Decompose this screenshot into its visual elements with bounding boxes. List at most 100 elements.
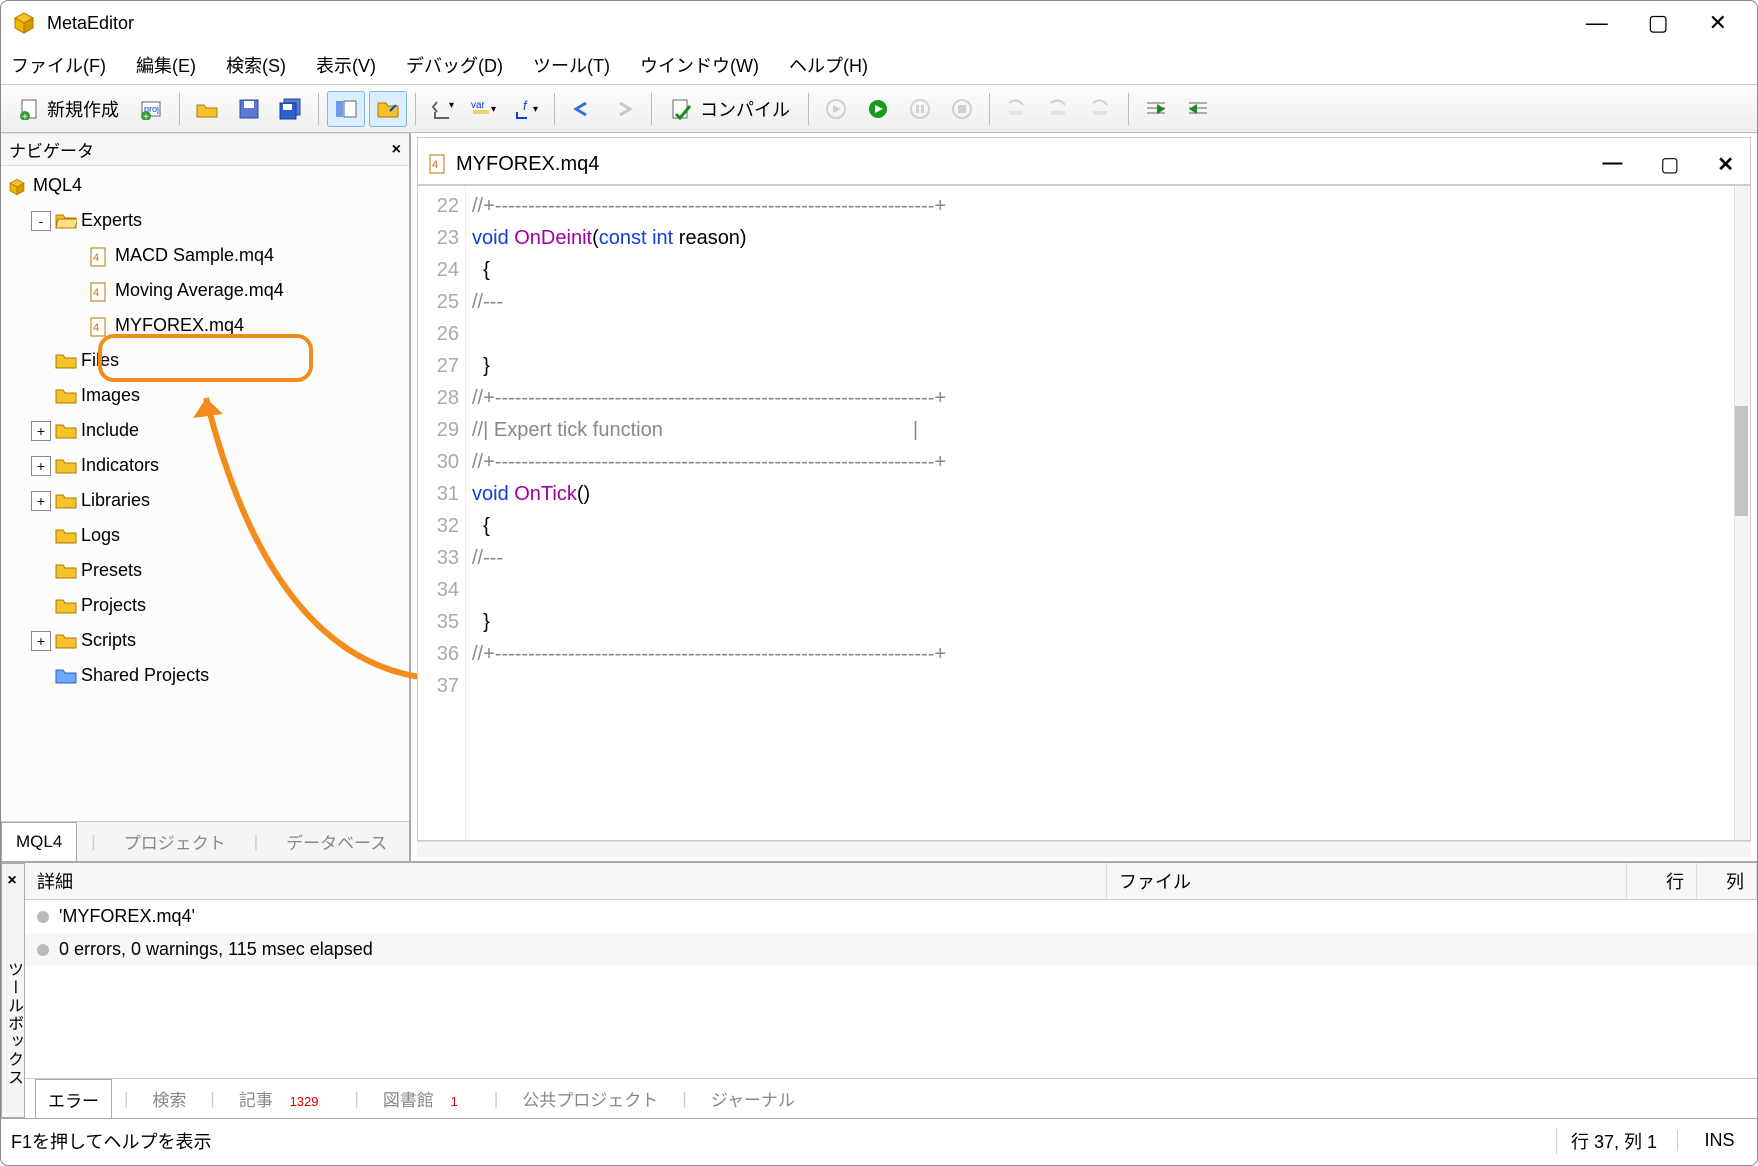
tree-twisty[interactable]: + bbox=[31, 631, 51, 651]
tree-item-label: MYFOREX.mq4 bbox=[115, 315, 244, 336]
undo-button[interactable]: ▾ bbox=[424, 91, 462, 127]
tree-item[interactable]: -Experts bbox=[1, 203, 409, 238]
tree-item[interactable]: Shared Projects bbox=[1, 658, 409, 693]
debug-step-button[interactable] bbox=[817, 91, 855, 127]
folder-icon bbox=[55, 457, 77, 475]
svg-text:4: 4 bbox=[93, 287, 99, 299]
tree-twisty[interactable]: - bbox=[31, 211, 51, 231]
toolbox-tab[interactable]: エラー bbox=[35, 1079, 112, 1118]
folder-icon bbox=[55, 492, 77, 510]
editor-filename: MYFOREX.mq4 bbox=[456, 153, 1602, 176]
menu-0[interactable]: ファイル(F) bbox=[11, 52, 106, 78]
step-over-button[interactable] bbox=[1040, 91, 1078, 127]
toolbox-row[interactable]: 0 errors, 0 warnings, 115 msec elapsed bbox=[25, 933, 1757, 966]
new-project-button[interactable]: proj+ bbox=[133, 91, 171, 127]
folder-icon bbox=[55, 597, 77, 615]
toolbox-tab[interactable]: 記事 1329 bbox=[227, 1086, 343, 1111]
svg-text:▾: ▾ bbox=[533, 104, 538, 115]
step-into-button[interactable] bbox=[998, 91, 1036, 127]
navigator-close-icon[interactable]: × bbox=[392, 141, 401, 159]
menu-3[interactable]: 表示(V) bbox=[316, 52, 376, 78]
debug-stop-button[interactable] bbox=[943, 91, 981, 127]
forward-button[interactable] bbox=[605, 91, 643, 127]
bullet-icon bbox=[37, 944, 49, 956]
toolbox-toggle[interactable] bbox=[369, 91, 407, 127]
tree-twisty[interactable]: + bbox=[31, 491, 51, 511]
tree-item[interactable]: Presets bbox=[1, 553, 409, 588]
menu-4[interactable]: デバッグ(D) bbox=[406, 52, 503, 78]
tree-item-label: Include bbox=[81, 420, 139, 441]
tree-twisty[interactable]: + bbox=[31, 456, 51, 476]
tree-item[interactable]: 4MACD Sample.mq4 bbox=[1, 238, 409, 273]
tree-twisty[interactable]: + bbox=[31, 421, 51, 441]
toolbox-row[interactable]: 'MYFOREX.mq4' bbox=[25, 900, 1757, 933]
navigator-tree[interactable]: MQL4-Experts4MACD Sample.mq44Moving Aver… bbox=[1, 166, 409, 821]
toolbox-side-label: × ツールボックス bbox=[1, 863, 25, 1118]
editor-close-button[interactable]: ✕ bbox=[1717, 152, 1734, 177]
nav-tab-project[interactable]: プロジェクト bbox=[110, 829, 240, 854]
tree-item[interactable]: +Libraries bbox=[1, 483, 409, 518]
save-all-button[interactable] bbox=[272, 91, 310, 127]
tree-item[interactable]: 4Moving Average.mq4 bbox=[1, 273, 409, 308]
app-icon bbox=[11, 10, 37, 36]
tree-item[interactable]: Images bbox=[1, 378, 409, 413]
tree-item[interactable]: Logs bbox=[1, 518, 409, 553]
var-button[interactable]: var▾ bbox=[466, 91, 504, 127]
editor-maximize-button[interactable]: ▢ bbox=[1660, 152, 1679, 177]
tree-item[interactable]: 4MYFOREX.mq4 bbox=[1, 308, 409, 343]
indent-left-button[interactable] bbox=[1179, 91, 1217, 127]
fx-button[interactable]: f▾ bbox=[508, 91, 546, 127]
new-button[interactable]: + 新規作成 bbox=[9, 96, 129, 122]
tree-item[interactable]: +Indicators bbox=[1, 448, 409, 483]
code-editor[interactable]: 22232425262728293031323334353637 //+----… bbox=[417, 185, 1751, 841]
toolbox-close-icon[interactable]: × bbox=[3, 868, 22, 894]
tree-root[interactable]: MQL4 bbox=[1, 168, 409, 203]
maximize-button[interactable]: ▢ bbox=[1648, 10, 1669, 36]
mq4-icon: 4 bbox=[89, 247, 111, 265]
svg-text:▾: ▾ bbox=[491, 104, 496, 115]
debug-pause-button[interactable] bbox=[901, 91, 939, 127]
mql4-icon bbox=[7, 177, 29, 195]
minimize-button[interactable]: — bbox=[1586, 10, 1608, 36]
nav-tab-database[interactable]: データベース bbox=[272, 829, 401, 854]
folder-icon bbox=[55, 352, 77, 370]
tree-item-label: Files bbox=[81, 350, 119, 371]
toolbox-tab[interactable]: 図書館 1 bbox=[371, 1086, 482, 1111]
navigator-panel: ナビゲータ × MQL4-Experts4MACD Sample.mq44Mov… bbox=[1, 133, 411, 861]
open-button[interactable] bbox=[188, 91, 226, 127]
tree-item[interactable]: + Include bbox=[1, 413, 409, 448]
step-out-button[interactable] bbox=[1082, 91, 1120, 127]
folder-icon bbox=[55, 422, 77, 440]
nav-tab-mql4[interactable]: MQL4 bbox=[1, 822, 77, 861]
vertical-scrollbar[interactable] bbox=[1734, 186, 1748, 840]
mq4-icon: 4 bbox=[89, 282, 111, 300]
tree-item[interactable]: Files bbox=[1, 343, 409, 378]
debug-run-button[interactable] bbox=[859, 91, 897, 127]
indent-right-button[interactable] bbox=[1137, 91, 1175, 127]
menu-1[interactable]: 編集(E) bbox=[136, 52, 196, 78]
save-button[interactable] bbox=[230, 91, 268, 127]
toolbox-tabs: エラー|検索|記事 1329|図書館 1|公共プロジェクト|ジャーナル bbox=[25, 1078, 1757, 1118]
tree-item[interactable]: Projects bbox=[1, 588, 409, 623]
tree-item-label: Scripts bbox=[81, 630, 136, 651]
tree-item-label: Logs bbox=[81, 525, 120, 546]
back-button[interactable] bbox=[563, 91, 601, 127]
navigator-toggle[interactable] bbox=[327, 91, 365, 127]
menu-2[interactable]: 検索(S) bbox=[226, 52, 286, 78]
toolbox-tab[interactable]: 公共プロジェクト bbox=[510, 1086, 670, 1111]
status-insert-mode: INS bbox=[1677, 1130, 1747, 1151]
menu-5[interactable]: ツール(T) bbox=[533, 52, 610, 78]
editor-panel: 4 MYFOREX.mq4 — ▢ ✕ 22232425262728293031… bbox=[411, 133, 1757, 861]
tree-item[interactable]: + Scripts bbox=[1, 623, 409, 658]
editor-minimize-button[interactable]: — bbox=[1602, 152, 1622, 177]
menu-6[interactable]: ウインドウ(W) bbox=[640, 52, 759, 78]
toolbox-tab[interactable]: 検索 bbox=[140, 1086, 198, 1111]
menu-7[interactable]: ヘルプ(H) bbox=[789, 52, 868, 78]
toolbox-tab[interactable]: ジャーナル bbox=[699, 1086, 807, 1111]
close-button[interactable]: ✕ bbox=[1709, 10, 1727, 36]
toolbox-panel: × ツールボックス 詳細 ファイル 行 列 'MYFOREX.mq4' 0 er… bbox=[1, 861, 1757, 1118]
tree-item-label: Presets bbox=[81, 560, 142, 581]
tree-item-label: Images bbox=[81, 385, 140, 406]
horizontal-scrollbar[interactable] bbox=[417, 841, 1751, 857]
compile-button[interactable]: コンパイル bbox=[660, 96, 800, 122]
